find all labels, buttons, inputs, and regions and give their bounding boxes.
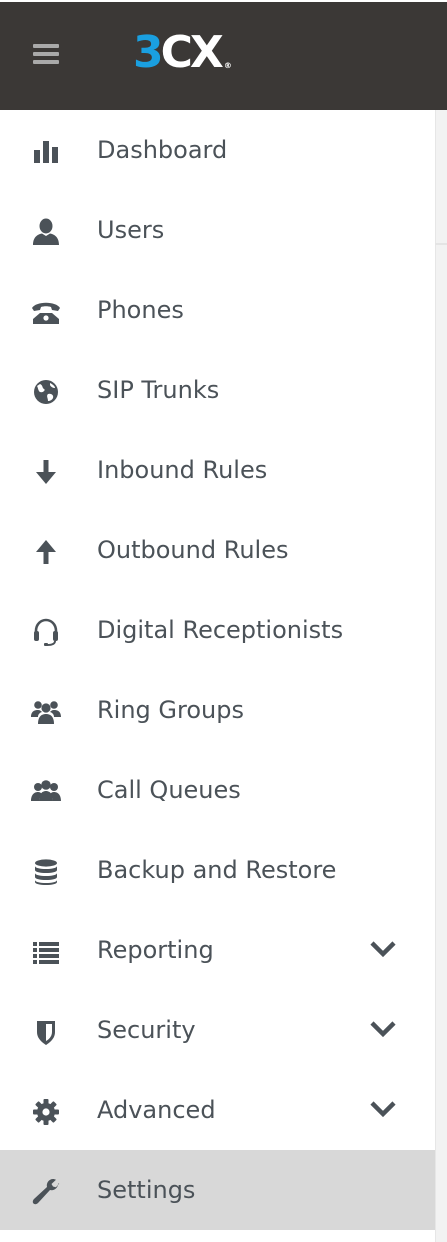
sidebar-item-inbound-rules[interactable]: Inbound Rules	[0, 430, 435, 510]
gear-icon	[26, 1092, 66, 1132]
bar-chart-icon	[26, 132, 66, 172]
database-icon	[26, 852, 66, 892]
sidebar-item-label: Digital Receptionists	[97, 616, 344, 644]
arrow-down-icon	[26, 452, 66, 492]
call-queue-icon	[26, 772, 66, 812]
globe-icon	[26, 372, 66, 412]
sidebar-item-label: Call Queues	[97, 776, 241, 804]
sidebar-item-label: Users	[97, 216, 165, 244]
menu-icon[interactable]	[33, 44, 59, 64]
sidebar-item-reporting[interactable]: Reporting	[0, 910, 435, 990]
sidebar-item-digital-receptionists[interactable]: Digital Receptionists	[0, 590, 435, 670]
top-header: 3 CX ®	[0, 0, 447, 110]
shield-icon	[26, 1012, 66, 1052]
sidebar-item-label: Reporting	[97, 936, 214, 964]
sidebar-item-label: Backup and Restore	[97, 856, 337, 884]
sidebar-item-label: Advanced	[97, 1096, 216, 1124]
chevron-down-icon[interactable]	[368, 1094, 398, 1124]
chevron-down-icon[interactable]	[368, 1014, 398, 1044]
sidebar-item-label: Inbound Rules	[97, 456, 268, 484]
logo[interactable]: 3 CX ®	[133, 22, 232, 82]
chevron-down-icon[interactable]	[368, 934, 398, 964]
sidebar-item-settings[interactable]: Settings	[0, 1150, 435, 1230]
sidebar-item-label: Phones	[97, 296, 184, 324]
sidebar-item-security[interactable]: Security	[0, 990, 435, 1070]
sidebar-item-outbound-rules[interactable]: Outbound Rules	[0, 510, 435, 590]
sidebar-item-advanced[interactable]: Advanced	[0, 1070, 435, 1150]
wrench-icon	[26, 1172, 66, 1212]
sidebar-item-label: SIP Trunks	[97, 376, 220, 404]
arrow-up-icon	[26, 532, 66, 572]
sidebar-item-backup-and-restore[interactable]: Backup and Restore	[0, 830, 435, 910]
sidebar-item-call-queues[interactable]: Call Queues	[0, 750, 435, 830]
list-icon	[26, 932, 66, 972]
sidebar-item-label: Settings	[97, 1176, 196, 1204]
sidebar-item-label: Security	[97, 1016, 196, 1044]
sidebar-item-label: Dashboard	[97, 136, 228, 164]
ring-group-icon	[26, 692, 66, 732]
sidebar-item-ring-groups[interactable]: Ring Groups	[0, 670, 435, 750]
content-edge	[435, 110, 447, 1242]
user-icon	[26, 212, 66, 252]
sidebar: Dashboard Users Phones SIP Trunks Inboun…	[0, 110, 435, 1242]
sidebar-item-label: Ring Groups	[97, 696, 244, 724]
sidebar-item-label: Outbound Rules	[97, 536, 289, 564]
sidebar-item-dashboard[interactable]: Dashboard	[0, 110, 435, 190]
sidebar-item-users[interactable]: Users	[0, 190, 435, 270]
sidebar-item-phones[interactable]: Phones	[0, 270, 435, 350]
phone-icon	[26, 292, 66, 332]
headset-icon	[26, 612, 66, 652]
sidebar-item-sip-trunks[interactable]: SIP Trunks	[0, 350, 435, 430]
